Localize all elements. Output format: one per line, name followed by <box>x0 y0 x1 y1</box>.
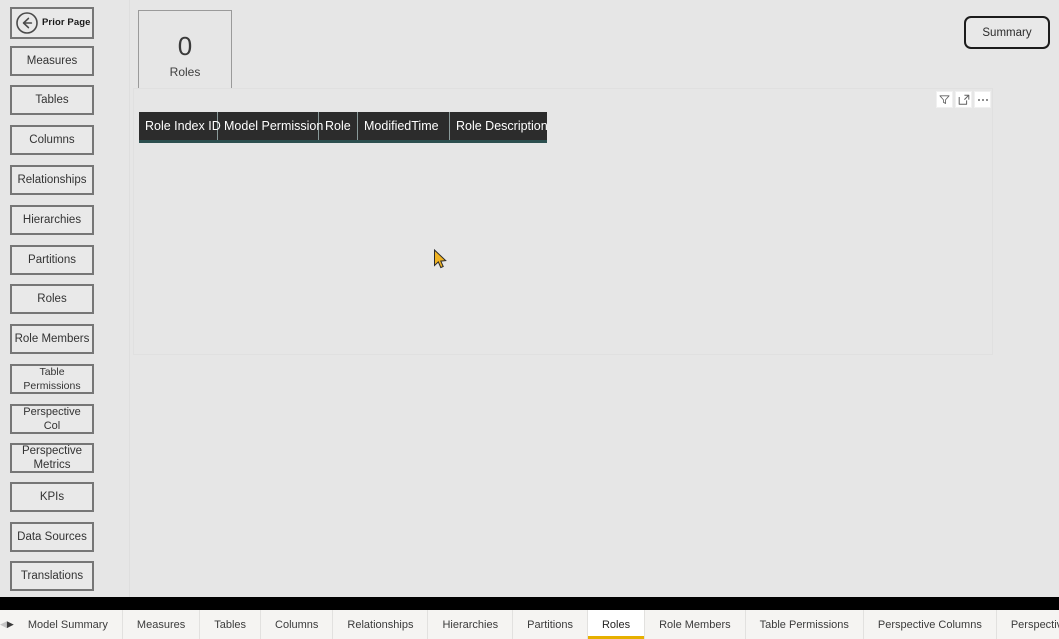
focus-mode-icon[interactable] <box>955 91 972 108</box>
page-tab-columns[interactable]: Columns <box>261 610 334 639</box>
page-tab-label: Model Summary <box>27 618 108 631</box>
nav-button-table-permissions[interactable]: Table Permissions <box>10 364 94 394</box>
column-header-role[interactable]: Role <box>319 112 358 140</box>
nav-button-measures[interactable]: Measures <box>10 46 94 76</box>
column-header-model-permission[interactable]: Model Permission <box>218 112 323 140</box>
nav-button-partitions[interactable]: Partitions <box>10 245 94 275</box>
table-header-row: Role Index ID Model Permission Role Modi… <box>139 112 548 143</box>
tab-nav-prev-icon[interactable]: ◀ <box>0 610 7 639</box>
nav-button-kpis[interactable]: KPIs <box>10 482 94 512</box>
nav-button-label: Columns <box>29 134 75 146</box>
page-tab-perspective-measures[interactable]: Perspective Measures <box>996 610 1059 639</box>
nav-button-columns[interactable]: Columns <box>10 125 94 155</box>
page-tab-label: Perspective Columns <box>877 618 982 631</box>
nav-button-label: KPIs <box>39 491 65 503</box>
roles-table-visual[interactable]: Role Index ID Model Permission Role Modi… <box>133 88 993 355</box>
nav-button-role-members[interactable]: Role Members <box>10 324 94 354</box>
tab-nav-prev-glyph: ◀ <box>0 619 7 629</box>
column-header-label: Role Index ID <box>145 119 221 133</box>
page-tab-label: Table Permissions <box>759 618 849 631</box>
page-tab-role-members[interactable]: Role Members <box>645 610 746 639</box>
nav-button-perspective-col[interactable]: Perspective Col <box>10 404 94 434</box>
nav-button-label: Role Members <box>14 333 90 345</box>
tab-nav-next-icon[interactable]: ▶ <box>6 610 14 639</box>
page-tab-label: Hierarchies <box>442 618 499 631</box>
card-value: 0 <box>177 31 193 61</box>
page-tab-bar: ◀ ▶ Model Summary Measures Tables Column… <box>0 610 1059 639</box>
nav-button-tables[interactable]: Tables <box>10 85 94 115</box>
nav-button-perspective-metrics[interactable]: Perspective Metrics <box>10 443 94 473</box>
nav-button-data-sources[interactable]: Data Sources <box>10 522 94 552</box>
summary-button[interactable]: Summary <box>964 16 1050 49</box>
column-header-label: Role Description <box>456 119 548 133</box>
prior-page-label: Prior Page <box>42 17 91 28</box>
page-tab-roles[interactable]: Roles <box>587 610 646 639</box>
nav-button-label: Measures <box>26 55 78 67</box>
page-tab-hierarchies[interactable]: Hierarchies <box>428 610 514 639</box>
page-tab-partitions[interactable]: Partitions <box>513 610 588 639</box>
nav-button-label: Perspective Col <box>23 406 81 432</box>
page-tab-label: Roles <box>601 618 631 631</box>
nav-button-label: Translations <box>20 570 84 582</box>
nav-button-relationships[interactable]: Relationships <box>10 165 94 195</box>
column-header-role-index-id[interactable]: Role Index ID <box>139 112 221 140</box>
nav-button-label: Tables <box>35 94 69 106</box>
nav-button-label: Roles <box>37 293 67 305</box>
page-tab-tables[interactable]: Tables <box>200 610 262 639</box>
page-tab-model-summary[interactable]: Model Summary <box>13 610 123 639</box>
page-tab-measures[interactable]: Measures <box>122 610 201 639</box>
nav-button-label: Relationships <box>17 174 87 186</box>
report-canvas: Prior Page Measures Tables Columns Relat… <box>0 0 1059 597</box>
back-arrow-circle-icon <box>16 12 38 34</box>
page-tab-label: Tables <box>214 618 247 631</box>
page-tab-label: Columns <box>275 618 319 631</box>
nav-button-roles[interactable]: Roles <box>10 284 94 314</box>
column-header-label: ModifiedTime <box>364 119 439 133</box>
column-header-role-description[interactable]: Role Description <box>450 112 548 140</box>
column-header-label: Role <box>325 119 351 133</box>
navigation-panel: Prior Page Measures Tables Columns Relat… <box>0 0 130 597</box>
page-tab-label: Partitions <box>527 618 573 631</box>
canvas-bottom-strip <box>0 597 1059 610</box>
nav-button-label: Hierarchies <box>22 214 82 226</box>
nav-button-hierarchies[interactable]: Hierarchies <box>10 205 94 235</box>
column-header-modified-time[interactable]: ModifiedTime <box>358 112 450 140</box>
page-tab-label: Role Members <box>659 618 731 631</box>
page-tab-table-permissions[interactable]: Table Permissions <box>745 610 864 639</box>
nav-button-label: Partitions <box>28 254 76 266</box>
page-tab-perspective-columns[interactable]: Perspective Columns <box>863 610 997 639</box>
column-header-label: Model Permission <box>224 119 324 133</box>
tab-nav-next-glyph: ▶ <box>6 619 14 629</box>
filter-icon[interactable] <box>936 91 953 108</box>
summary-button-label: Summary <box>982 26 1032 39</box>
nav-button-label: Data Sources <box>17 531 87 543</box>
page-tab-label: Measures <box>136 618 186 631</box>
page-tab-label: Perspective Measures <box>1010 618 1059 631</box>
roles-count-card[interactable]: 0 Roles <box>138 10 232 100</box>
nav-button-translations[interactable]: Translations <box>10 561 94 591</box>
nav-button-label: Perspective Metrics <box>21 445 83 471</box>
nav-button-label: Table Permissions <box>23 366 81 392</box>
page-tab-label: Relationships <box>347 618 414 631</box>
card-label: Roles <box>169 65 201 79</box>
more-options-icon[interactable] <box>974 91 991 108</box>
visual-header-toolbar <box>936 91 991 108</box>
page-tab-relationships[interactable]: Relationships <box>333 610 429 639</box>
prior-page-button[interactable]: Prior Page <box>10 7 94 39</box>
